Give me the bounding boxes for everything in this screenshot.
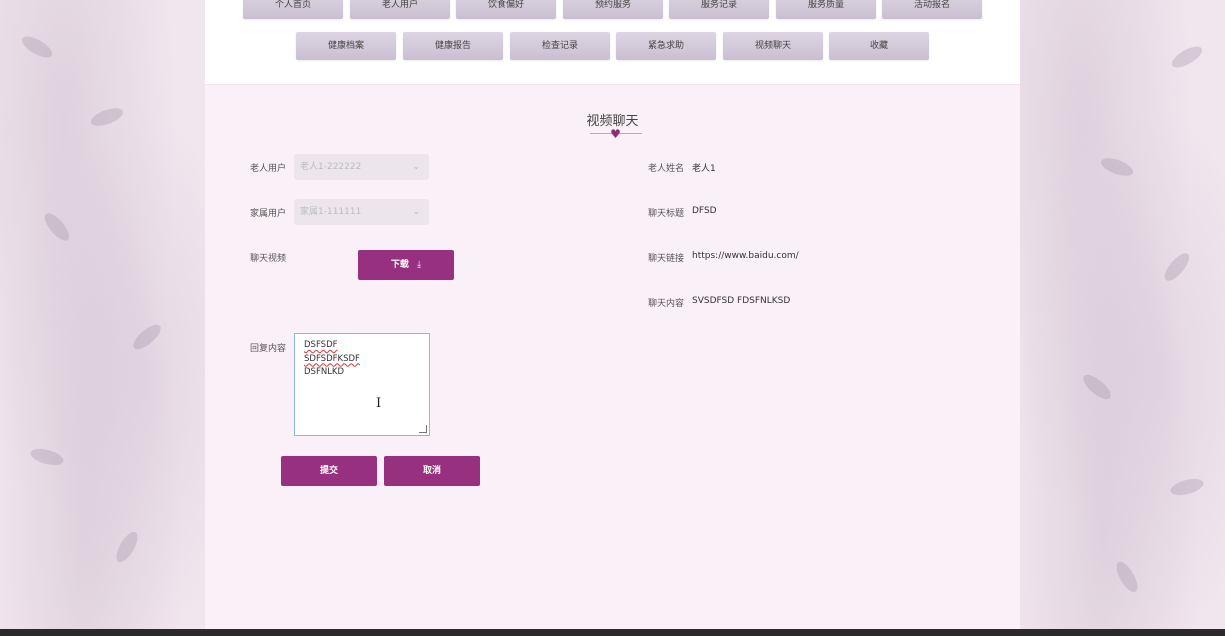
nav-elder-users[interactable]: 老人用户 [350, 0, 450, 19]
chat-link-label: 聊天链接 [648, 254, 685, 264]
family-user-label: 家属用户 [250, 209, 287, 219]
top-navigation: 个人首页 老人用户 饮食偏好 预约服务 服务记录 服务质量 活动报名 健康档案 … [205, 0, 1020, 85]
elder-user-value: 老人1-222222 [300, 162, 362, 172]
reply-line-1: DSFSDF [304, 340, 338, 350]
decorative-left-panel [0, 0, 210, 630]
heart-icon: ♥ [610, 127, 621, 141]
nav-video-chat[interactable]: 视频聊天 [723, 32, 823, 60]
reply-line-3: DSFNLKD [304, 367, 345, 377]
chat-title-value: DFSD [692, 206, 717, 216]
reply-label: 回复内容 [250, 344, 287, 354]
nav-service-records[interactable]: 服务记录 [669, 0, 769, 19]
family-user-select[interactable]: 家属1-111111 ⌄ [294, 199, 429, 225]
nav-favorites[interactable]: 收藏 [829, 32, 929, 60]
elder-user-label: 老人用户 [250, 164, 287, 174]
nav-emergency-help[interactable]: 紧急求助 [616, 32, 716, 60]
nav-service-quality[interactable]: 服务质量 [776, 0, 876, 19]
chat-content-label: 聊天内容 [648, 299, 685, 309]
cancel-button[interactable]: 取消 [384, 456, 480, 486]
elder-name-label: 老人姓名 [648, 164, 685, 174]
nav-activity-signup[interactable]: 活动报名 [882, 0, 982, 19]
bottom-bar [0, 629, 1225, 636]
elder-user-select[interactable]: 老人1-222222 ⌄ [294, 154, 429, 180]
download-icon: ⤓ [417, 260, 422, 270]
nav-health-records[interactable]: 健康档案 [296, 32, 396, 60]
nav-diet-preference[interactable]: 饮食偏好 [456, 0, 556, 19]
decorative-right-panel [1020, 0, 1225, 630]
nav-health-report[interactable]: 健康报告 [403, 32, 503, 60]
submit-button[interactable]: 提交 [281, 456, 377, 486]
reply-textarea[interactable]: DSFSDF SDFSDFKSDF DSFNLKD [294, 333, 430, 436]
chat-link-value: https://www.baidu.com/ [692, 251, 799, 261]
chevron-down-icon: ⌄ [412, 207, 420, 217]
resize-handle-icon[interactable] [419, 425, 427, 433]
download-button-label: 下载 [390, 260, 409, 270]
chevron-down-icon: ⌄ [412, 162, 420, 172]
nav-booking-service[interactable]: 预约服务 [563, 0, 663, 19]
chat-title-label: 聊天标题 [648, 209, 685, 219]
main-content: 个人首页 老人用户 饮食偏好 预约服务 服务记录 服务质量 活动报名 健康档案 … [205, 0, 1020, 630]
nav-personal-home[interactable]: 个人首页 [243, 0, 343, 19]
nav-exam-records[interactable]: 检查记录 [510, 32, 610, 60]
text-cursor-icon: I [376, 396, 382, 411]
chat-video-label: 聊天视频 [250, 254, 287, 264]
reply-line-2: SDFSDFKSDF [304, 353, 360, 364]
download-button[interactable]: 下载 ⤓ [358, 250, 454, 280]
family-user-value: 家属1-111111 [300, 207, 362, 217]
elder-name-value: 老人1 [692, 164, 716, 174]
chat-content-value: SVSDFSD FDSFNLKSD [692, 296, 791, 306]
